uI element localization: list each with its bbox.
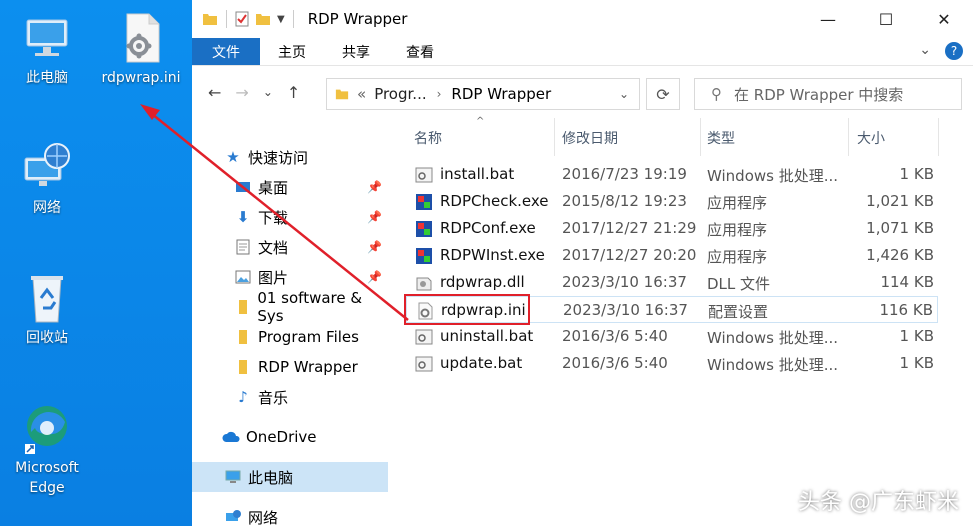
annotation-arrow [140,104,409,321]
watermark: 头条 @广东虾米 [798,490,959,515]
